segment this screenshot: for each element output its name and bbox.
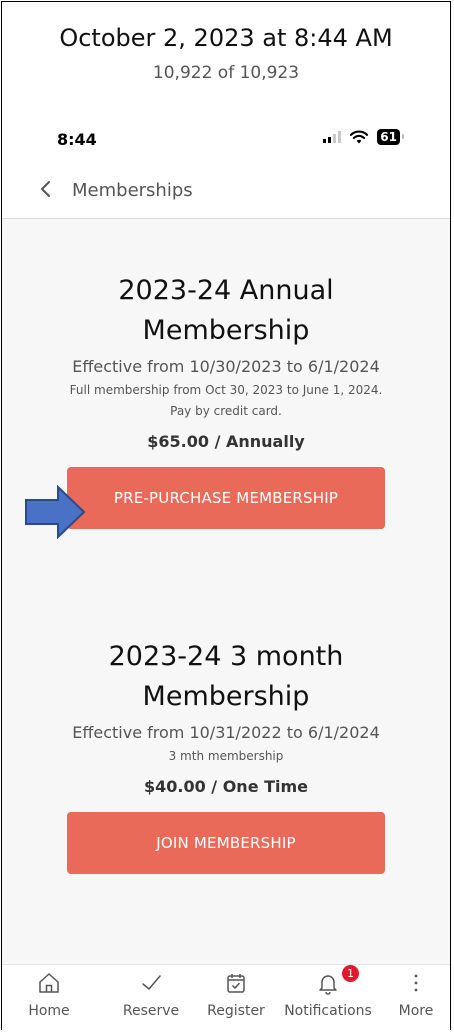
- status-time: 8:44: [57, 130, 97, 149]
- membership-price: $40.00 / One Time: [143, 777, 309, 796]
- membership-description: 3 mth membership: [2, 746, 450, 767]
- notification-badge: 1: [342, 965, 359, 982]
- pre-purchase-membership-button[interactable]: PRE-PURCHASE MEMBERSHIP: [67, 467, 385, 529]
- navigation-bar: Memberships: [2, 162, 450, 219]
- membership-effective-dates: Effective from 10/31/2022 to 6/1/2024: [72, 723, 380, 742]
- battery-indicator: 61: [377, 129, 404, 145]
- membership-title: 2023-24 Annual Membership: [2, 271, 450, 351]
- photo-viewer-header: October 2, 2023 at 8:44 AM 10,922 of 10,…: [2, 2, 450, 97]
- photo-count: 10,922 of 10,923: [152, 63, 300, 83]
- bell-icon-wrapper: 1: [316, 965, 359, 995]
- calendar-check-icon: [227, 974, 245, 993]
- photo-date: October 2, 2023 at 8:44 AM: [59, 24, 393, 52]
- membership-title-line1: 2023-24 Annual: [118, 275, 334, 306]
- membership-price: $65.00 / Annually: [147, 432, 305, 451]
- join-membership-button[interactable]: JOIN MEMBERSHIP: [67, 812, 385, 874]
- membership-description: Full membership from Oct 30, 2023 to Jun…: [2, 380, 450, 422]
- membership-description-line1: 3 mth membership: [168, 749, 284, 763]
- status-bar: 8:44 61: [2, 97, 450, 157]
- tab-notifications[interactable]: 1 Notifications: [274, 965, 382, 1019]
- wifi-icon: [350, 130, 369, 144]
- membership-effective-dates: Effective from 10/30/2023 to 6/1/2024: [72, 357, 380, 376]
- phone-screenshot: October 2, 2023 at 8:44 AM 10,922 of 10,…: [1, 1, 451, 1031]
- nav-title: Memberships: [72, 180, 193, 201]
- membership-title: 2023-24 3 month Membership: [2, 637, 450, 717]
- chevron-left-icon[interactable]: [38, 179, 54, 199]
- membership-card-3-month: 2023-24 3 month Membership Effective fro…: [2, 637, 450, 874]
- bell-icon: [319, 975, 337, 995]
- tab-reserve[interactable]: Reserve: [114, 971, 188, 1019]
- bottom-tab-bar: Home Reserve Register 1 Notifications Mo…: [2, 964, 450, 1031]
- tab-home[interactable]: Home: [24, 971, 74, 1019]
- membership-title-line2: Membership: [142, 315, 310, 346]
- cellular-signal-icon: [323, 131, 342, 143]
- home-icon: [39, 973, 59, 993]
- membership-description-line2: Pay by credit card.: [170, 404, 282, 418]
- status-icons: 61: [323, 129, 404, 145]
- tab-more[interactable]: More: [394, 971, 438, 1019]
- membership-description-line1: Full membership from Oct 30, 2023 to Jun…: [69, 383, 383, 397]
- tab-label: Reserve: [122, 1003, 180, 1019]
- membership-title-line1: 2023-24 3 month: [108, 641, 344, 672]
- tab-register[interactable]: Register: [200, 971, 272, 1019]
- tab-label: Notifications: [284, 1003, 372, 1019]
- tab-label: Register: [207, 1003, 265, 1019]
- memberships-list: 2023-24 Annual Membership Effective from…: [2, 219, 450, 964]
- right-arrow-icon: [25, 485, 86, 539]
- membership-title-line2: Membership: [142, 681, 310, 712]
- tab-label: More: [398, 1003, 434, 1019]
- tab-label: Home: [28, 1003, 70, 1019]
- more-vertical-icon: [414, 974, 418, 992]
- checkmark-icon: [142, 975, 161, 990]
